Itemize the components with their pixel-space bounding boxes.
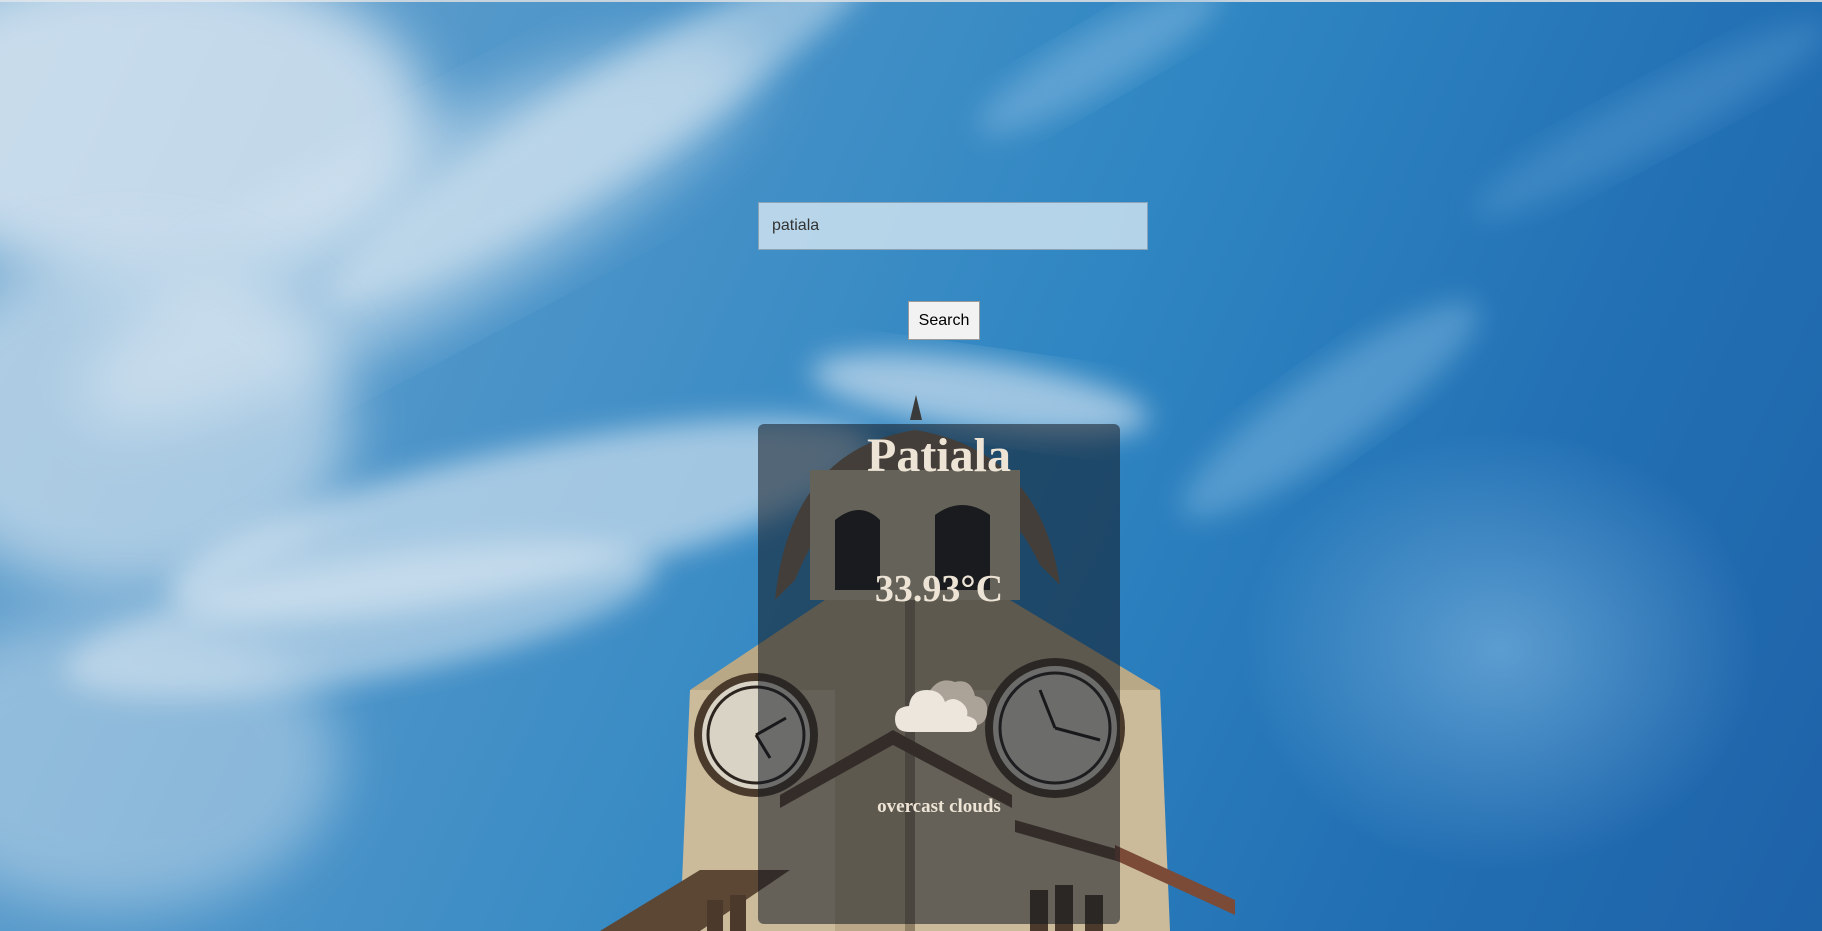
weather-card: Patiala 33.93°C overcast clouds <box>758 424 1120 924</box>
search-button[interactable]: Search <box>908 301 980 340</box>
city-name: Patiala <box>867 429 1011 482</box>
cloud-icon <box>895 680 988 732</box>
weather-app-page: Search Patiala 33.93°C overcast clouds <box>0 0 1822 931</box>
city-search-input[interactable] <box>758 202 1148 250</box>
weather-description: overcast clouds <box>877 796 1001 817</box>
temperature: 33.93°C <box>874 568 1004 610</box>
